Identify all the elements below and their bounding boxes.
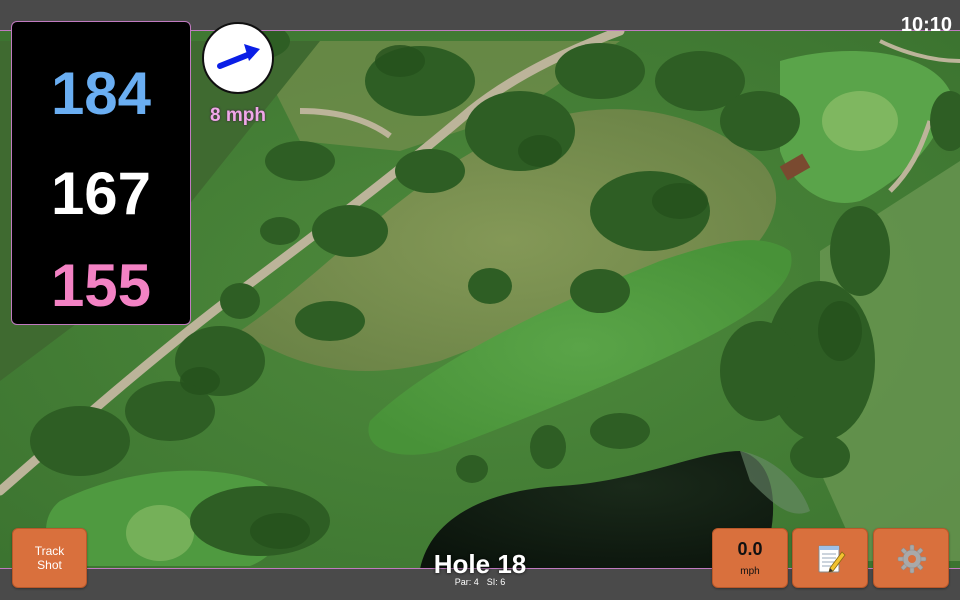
status-clock: 10:10 (900, 14, 952, 36)
notepad-pencil-icon (818, 545, 846, 573)
wind-speed-label: 8 mph (210, 105, 266, 126)
middle-of-green-distance: 167 (50, 160, 152, 227)
track-shot-button[interactable]: Track Shot (12, 528, 87, 588)
hole-title: Hole 18 (433, 549, 527, 579)
speed-unit: mph (740, 566, 760, 577)
stroke-index-label: SI: 6 (486, 577, 506, 587)
track-shot-label-line1: Track (34, 544, 65, 558)
notes-button[interactable] (792, 528, 868, 588)
back-of-green-distance: 184 (50, 60, 152, 127)
track-shot-label-line2: Shot (37, 558, 62, 572)
wind-direction-dial[interactable] (202, 22, 274, 94)
par-label: Par: 4 (454, 577, 479, 587)
hole-subtitle: Par: 4 SI: 6 (400, 577, 560, 587)
speed-button[interactable]: 0.0 mph (712, 528, 788, 588)
wind-direction-arrow-icon (217, 44, 260, 69)
settings-button[interactable] (873, 528, 949, 588)
distance-panel: 184 167 155 (11, 21, 191, 325)
hole-info: Hole 18 Par: 4 SI: 6 (400, 549, 560, 587)
speed-value: 0.0 (737, 539, 763, 559)
gear-icon (897, 544, 927, 574)
gps-app-screen: 10:10 184 167 155 8 mph Track Shot Hole … (0, 0, 960, 600)
front-of-green-distance: 155 (50, 252, 152, 319)
